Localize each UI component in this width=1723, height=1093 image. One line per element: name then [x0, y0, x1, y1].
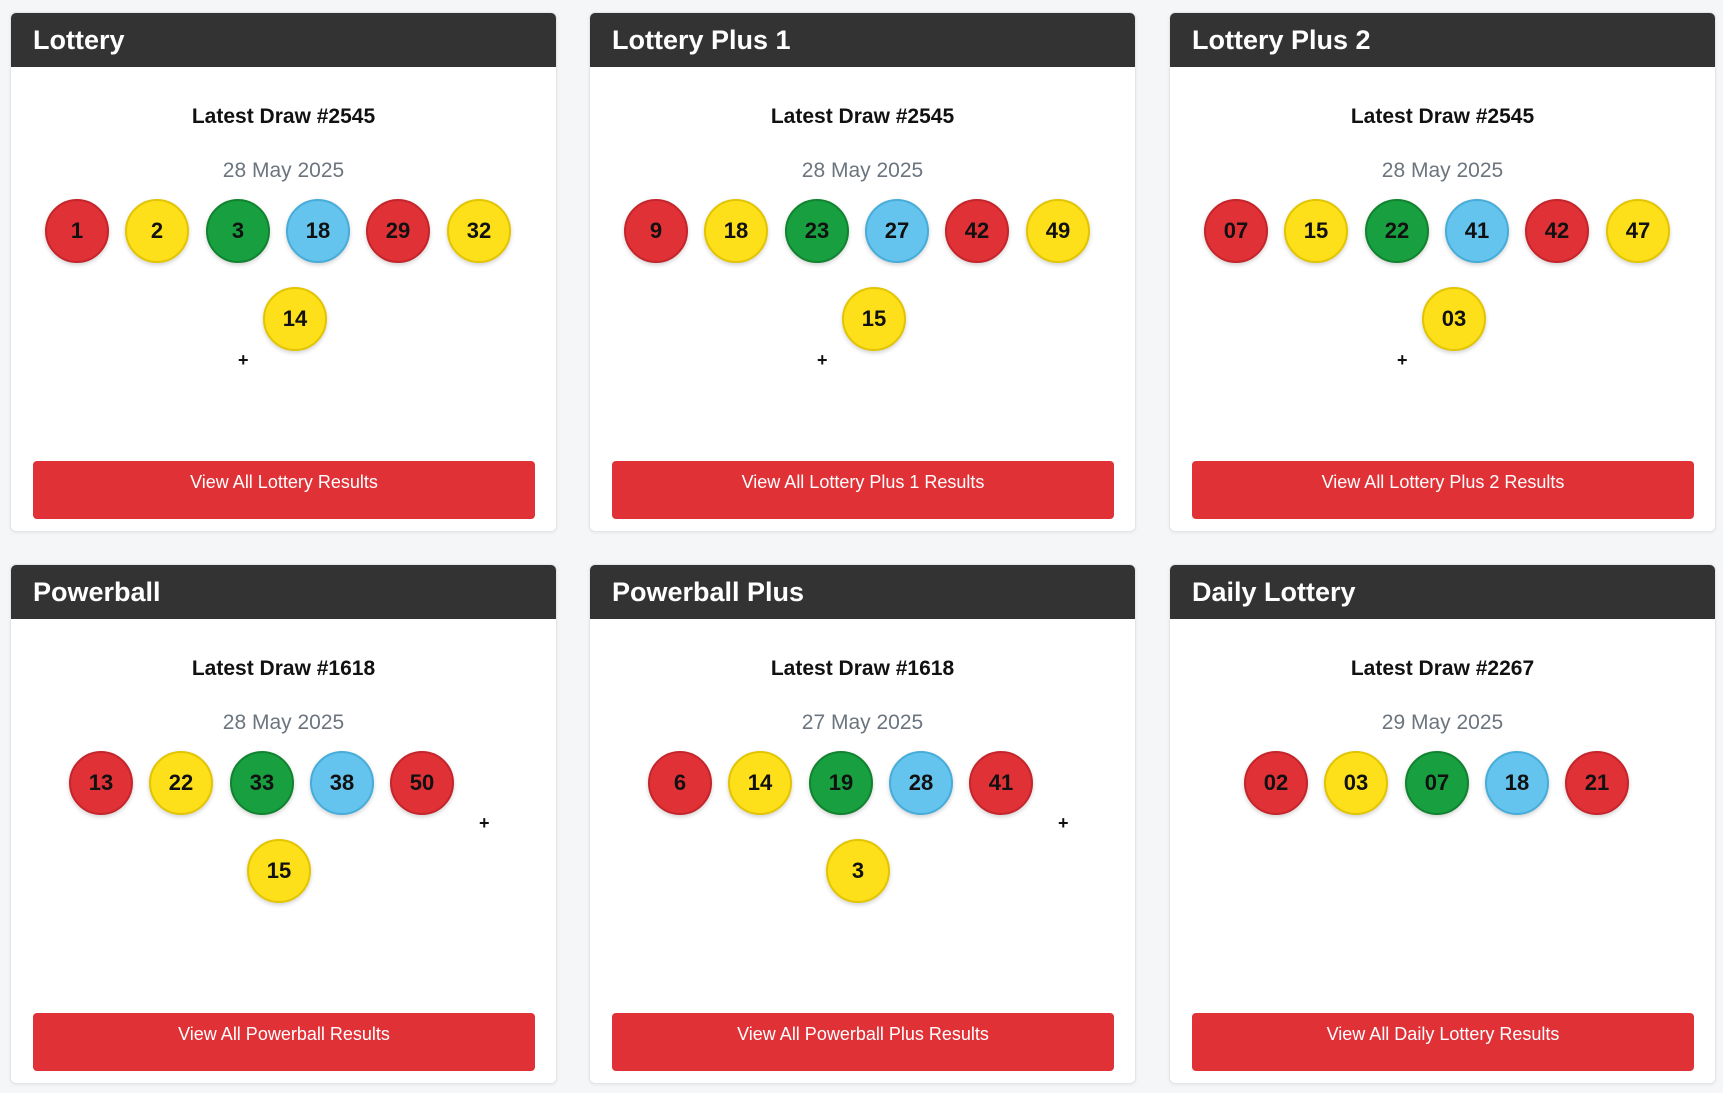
draw-number: Latest Draw #1618: [191, 657, 376, 680]
powerball-plus-card: Powerball Plus Latest Draw #1618 27 May …: [589, 564, 1136, 1084]
ball: 21: [1565, 751, 1629, 815]
lottery-plus-2-card: Lottery Plus 2 Latest Draw #2545 28 May …: [1169, 12, 1716, 532]
ball: 07: [1405, 751, 1469, 815]
bonus-ball: 3: [826, 839, 890, 903]
draw-number: Latest Draw #2545: [1350, 105, 1535, 128]
lottery-plus-1-card: Lottery Plus 1 Latest Draw #2545 28 May …: [589, 12, 1136, 532]
ball: 15: [1284, 199, 1348, 263]
plus-sign: +: [817, 350, 828, 370]
ball: 22: [149, 751, 213, 815]
card-title: Daily Lottery: [1170, 565, 1715, 619]
card-title: Powerball: [11, 565, 556, 619]
ball: 42: [1525, 199, 1589, 263]
ball: 41: [1445, 199, 1509, 263]
ball: 38: [310, 751, 374, 815]
view-all-results-button[interactable]: View All Lottery Results: [33, 461, 535, 519]
draw-date: 29 May 2025: [1381, 711, 1504, 734]
ball: 14: [728, 751, 792, 815]
draw-date: 28 May 2025: [801, 159, 924, 182]
ball: 6: [648, 751, 712, 815]
bonus-ball: 03: [1422, 287, 1486, 351]
draw-date: 27 May 2025: [801, 711, 924, 734]
draw-date: 28 May 2025: [222, 711, 345, 734]
ball: 03: [1324, 751, 1388, 815]
ball: 42: [945, 199, 1009, 263]
powerball-card: Powerball Latest Draw #1618 28 May 2025 …: [10, 564, 557, 1084]
ball: 47: [1606, 199, 1670, 263]
ball: 33: [230, 751, 294, 815]
ball: 18: [1485, 751, 1549, 815]
ball: 18: [704, 199, 768, 263]
ball: 29: [366, 199, 430, 263]
view-all-results-button[interactable]: View All Powerball Results: [33, 1013, 535, 1071]
card-title: Lottery: [11, 13, 556, 67]
daily-lottery-card: Daily Lottery Latest Draw #2267 29 May 2…: [1169, 564, 1716, 1084]
ball: 9: [624, 199, 688, 263]
ball: 13: [69, 751, 133, 815]
draw-number: Latest Draw #1618: [770, 657, 955, 680]
view-all-results-button[interactable]: View All Lottery Plus 2 Results: [1192, 461, 1694, 519]
draw-date: 28 May 2025: [1381, 159, 1504, 182]
view-all-results-button[interactable]: View All Powerball Plus Results: [612, 1013, 1114, 1071]
ball: 32: [447, 199, 511, 263]
ball: 3: [206, 199, 270, 263]
draw-number: Latest Draw #2267: [1350, 657, 1535, 680]
ball: 07: [1204, 199, 1268, 263]
plus-sign: +: [238, 350, 249, 370]
card-title: Lottery Plus 2: [1170, 13, 1715, 67]
card-title: Lottery Plus 1: [590, 13, 1135, 67]
bonus-ball: 15: [247, 839, 311, 903]
ball: 41: [969, 751, 1033, 815]
draw-number: Latest Draw #2545: [191, 105, 376, 128]
ball: 02: [1244, 751, 1308, 815]
ball: 23: [785, 199, 849, 263]
ball: 2: [125, 199, 189, 263]
view-all-results-button[interactable]: View All Lottery Plus 1 Results: [612, 461, 1114, 519]
plus-sign: +: [479, 813, 490, 833]
ball: 27: [865, 199, 929, 263]
plus-sign: +: [1058, 813, 1069, 833]
ball: 1: [45, 199, 109, 263]
ball: 22: [1365, 199, 1429, 263]
ball: 18: [286, 199, 350, 263]
draw-number: Latest Draw #2545: [770, 105, 955, 128]
ball: 49: [1026, 199, 1090, 263]
ball: 28: [889, 751, 953, 815]
lottery-card: Lottery Latest Draw #2545 28 May 2025 1 …: [10, 12, 557, 532]
plus-sign: +: [1397, 350, 1408, 370]
ball: 19: [809, 751, 873, 815]
view-all-results-button[interactable]: View All Daily Lottery Results: [1192, 1013, 1694, 1071]
bonus-ball: 15: [842, 287, 906, 351]
bonus-ball: 14: [263, 287, 327, 351]
ball: 50: [390, 751, 454, 815]
card-title: Powerball Plus: [590, 565, 1135, 619]
draw-date: 28 May 2025: [222, 159, 345, 182]
